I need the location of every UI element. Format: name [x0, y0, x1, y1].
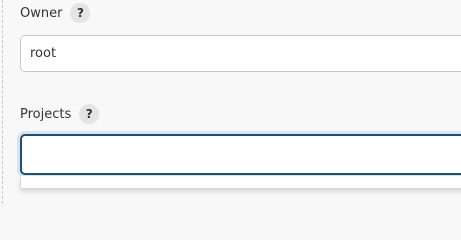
projects-label-text: Projects — [20, 106, 72, 122]
owner-input[interactable] — [20, 35, 461, 72]
owner-field-label: Owner ? — [20, 3, 91, 23]
projects-input[interactable] — [20, 134, 461, 175]
section-divider — [2, 0, 3, 204]
projects-dropdown[interactable] — [20, 176, 461, 189]
projects-help-icon[interactable]: ? — [79, 104, 100, 124]
projects-field-label: Projects ? — [20, 104, 100, 124]
owner-help-icon[interactable]: ? — [70, 3, 91, 23]
form-panel: Owner ? Projects ? — [0, 0, 461, 204]
owner-label-text: Owner — [20, 5, 63, 21]
